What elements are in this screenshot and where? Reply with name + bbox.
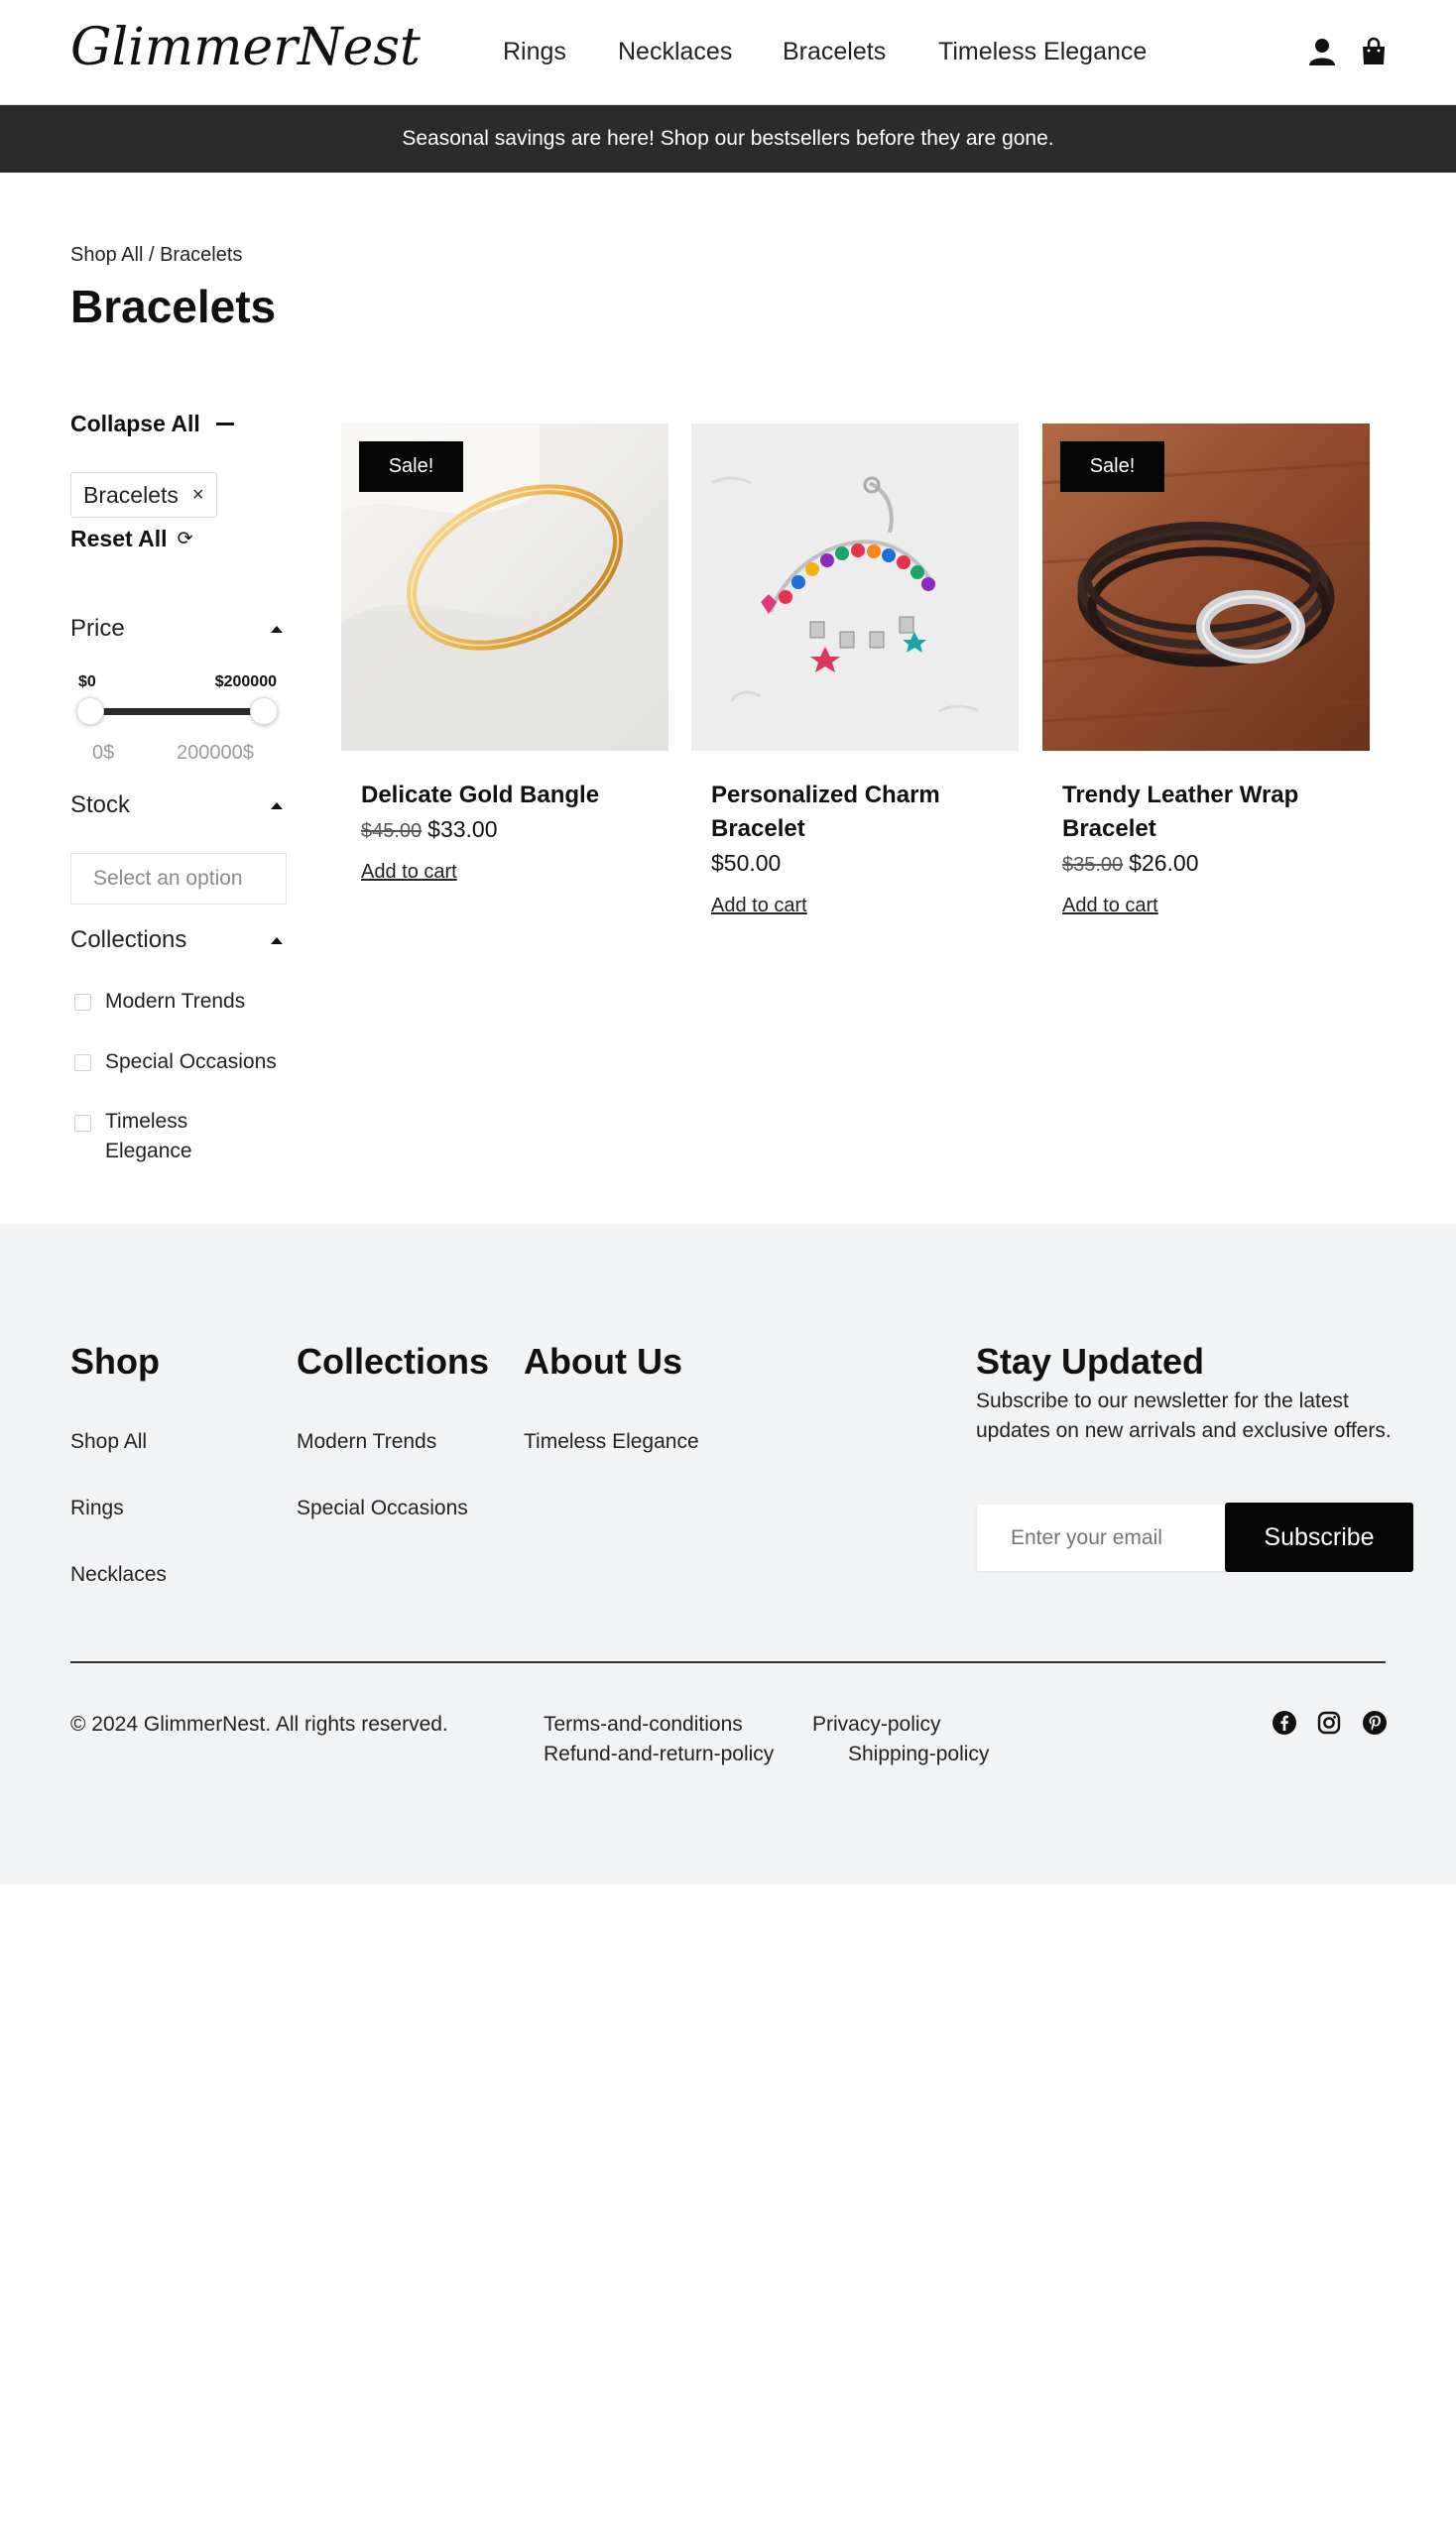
site-header: GlimmerNest Rings Necklaces Bracelets Ti…	[0, 0, 1456, 105]
product-price: $45.00 $33.00	[361, 816, 649, 843]
active-filter-chip: Bracelets ×	[70, 472, 217, 518]
checkbox[interactable]	[74, 1054, 91, 1071]
collections-filter-toggle[interactable]: Collections	[70, 926, 287, 954]
product-sale-price: $26.00	[1129, 850, 1199, 876]
collapse-all-button[interactable]: Collapse All	[70, 411, 234, 437]
refresh-icon: ⟳	[177, 529, 193, 549]
product-card: Sale! Delicate Gold Bangle $45.00 $33.00 …	[341, 423, 668, 884]
price-slider-track[interactable]	[90, 708, 265, 715]
product-image-gold-bangle[interactable]: Sale!	[341, 423, 668, 751]
legal-link-privacy[interactable]: Privacy-policy	[812, 1713, 941, 1737]
chevron-up-icon	[271, 936, 283, 944]
product-card: Sale! Trendy Leather Wrap Bracelet $35.0…	[1042, 423, 1370, 917]
price-min-value: 0$	[92, 742, 115, 764]
collection-option-label: Timeless Elegance	[105, 1110, 192, 1162]
price-max-label: $200000	[214, 673, 277, 690]
footer-link-modern-trends[interactable]: Modern Trends	[297, 1428, 489, 1456]
newsletter-text: Subscribe to our newsletter for the late…	[976, 1390, 1392, 1442]
nav-link-bracelets[interactable]: Bracelets	[783, 36, 886, 67]
breadcrumb-separator: /	[143, 244, 161, 266]
collection-checkbox-modern-trends[interactable]: Modern Trends	[74, 990, 245, 1014]
announcement-bar: Seasonal savings are here! Shop our best…	[0, 105, 1456, 173]
page-title: Bracelets	[70, 281, 277, 332]
product-old-price: $35.00	[1062, 854, 1124, 876]
collection-option-label: Modern Trends	[105, 990, 246, 1013]
chevron-up-icon	[271, 801, 283, 809]
footer-column-about: About Us Timeless Elegance	[524, 1341, 699, 1495]
footer-heading: About Us	[524, 1341, 682, 1382]
breadcrumb-current: Bracelets	[160, 244, 243, 266]
add-to-cart-button[interactable]: Add to cart	[1062, 895, 1158, 917]
add-to-cart-button[interactable]: Add to cart	[361, 861, 457, 884]
collections-filter-label: Collections	[70, 926, 187, 953]
minus-icon	[215, 423, 234, 425]
shopping-bag-icon[interactable]	[1358, 36, 1390, 67]
nav-link-necklaces[interactable]: Necklaces	[618, 36, 732, 67]
checkbox[interactable]	[74, 1115, 91, 1132]
product-card: Personalized Charm Bracelet $50.00 Add t…	[691, 423, 1019, 917]
product-name[interactable]: Delicate Gold Bangle	[361, 779, 649, 812]
product-old-price: $45.00	[361, 820, 423, 842]
legal-link-terms[interactable]: Terms-and-conditions	[544, 1713, 743, 1737]
price-max-value: 200000$	[177, 742, 254, 764]
footer-heading: Collections	[297, 1341, 490, 1382]
price-filter-toggle[interactable]: Price	[70, 615, 287, 643]
reset-all-label: Reset All	[70, 526, 168, 551]
newsletter-section: Stay Updated Subscribe to our newsletter…	[976, 1341, 1412, 1446]
price-slider-max-handle[interactable]	[250, 697, 278, 725]
main-nav: Rings Necklaces Bracelets Timeless Elega…	[0, 36, 1456, 67]
instagram-icon[interactable]	[1316, 1710, 1342, 1736]
subscribe-button[interactable]: Subscribe	[1225, 1503, 1413, 1572]
pinterest-icon[interactable]	[1362, 1710, 1388, 1736]
nav-link-rings[interactable]: Rings	[503, 36, 566, 67]
price-min-label: $0	[78, 673, 96, 690]
sale-badge: Sale!	[359, 441, 463, 492]
footer-column-collections: Collections Modern Trends Special Occasi…	[297, 1341, 489, 1561]
add-to-cart-button[interactable]: Add to cart	[711, 895, 807, 917]
collection-checkbox-special-occasions[interactable]: Special Occasions	[74, 1050, 277, 1074]
legal-link-refund[interactable]: Refund-and-return-policy	[544, 1743, 774, 1766]
footer-column-shop: Shop Shop All Rings Necklaces	[70, 1341, 167, 1628]
price-slider-min-handle[interactable]	[76, 697, 104, 725]
collapse-all-label: Collapse All	[70, 411, 200, 436]
collection-checkbox-timeless-elegance[interactable]: Timeless Elegance	[74, 1110, 264, 1166]
copyright: © 2024 GlimmerNest. All rights reserved.	[70, 1713, 448, 1736]
collection-option-label: Special Occasions	[105, 1050, 277, 1073]
product-image-charm-bracelet[interactable]	[691, 423, 1019, 751]
charm-bracelet-image	[691, 423, 1019, 751]
footer-link-timeless-elegance[interactable]: Timeless Elegance	[524, 1428, 699, 1456]
product-name[interactable]: Personalized Charm Bracelet	[711, 779, 999, 846]
legal-link-shipping[interactable]: Shipping-policy	[848, 1743, 989, 1766]
active-filter-label: Bracelets	[83, 481, 179, 508]
product-price: $50.00	[711, 850, 999, 877]
user-icon[interactable]	[1306, 36, 1338, 67]
checkbox[interactable]	[74, 994, 91, 1011]
reset-all-button[interactable]: Reset All ⟳	[70, 526, 193, 552]
product-image-leather-bracelet[interactable]: Sale!	[1042, 423, 1370, 751]
facebook-icon[interactable]	[1272, 1710, 1297, 1736]
product-sale-price: $50.00	[711, 850, 782, 876]
footer-link-shop-all[interactable]: Shop All	[70, 1428, 167, 1456]
sale-badge: Sale!	[1060, 441, 1164, 492]
stock-filter-label: Stock	[70, 791, 131, 818]
price-filter-label: Price	[70, 615, 125, 642]
breadcrumb: Shop All / Bracelets	[70, 244, 242, 267]
product-price: $35.00 $26.00	[1062, 850, 1350, 877]
product-sale-price: $33.00	[427, 816, 498, 842]
close-icon[interactable]: ×	[192, 484, 204, 507]
stock-select[interactable]: Select an option	[70, 853, 287, 905]
footer-divider	[70, 1661, 1386, 1663]
footer-link-special-occasions[interactable]: Special Occasions	[297, 1495, 489, 1522]
breadcrumb-shop-all[interactable]: Shop All	[70, 244, 143, 266]
footer-heading: Shop	[70, 1341, 160, 1382]
footer-link-rings[interactable]: Rings	[70, 1495, 167, 1522]
chevron-up-icon	[271, 625, 283, 633]
footer-link-necklaces[interactable]: Necklaces	[70, 1561, 167, 1589]
newsletter-email-input[interactable]	[977, 1505, 1228, 1571]
nav-link-timeless-elegance[interactable]: Timeless Elegance	[938, 36, 1147, 67]
stock-filter-toggle[interactable]: Stock	[70, 791, 287, 819]
product-name[interactable]: Trendy Leather Wrap Bracelet	[1062, 779, 1350, 846]
newsletter-heading: Stay Updated	[976, 1341, 1205, 1382]
